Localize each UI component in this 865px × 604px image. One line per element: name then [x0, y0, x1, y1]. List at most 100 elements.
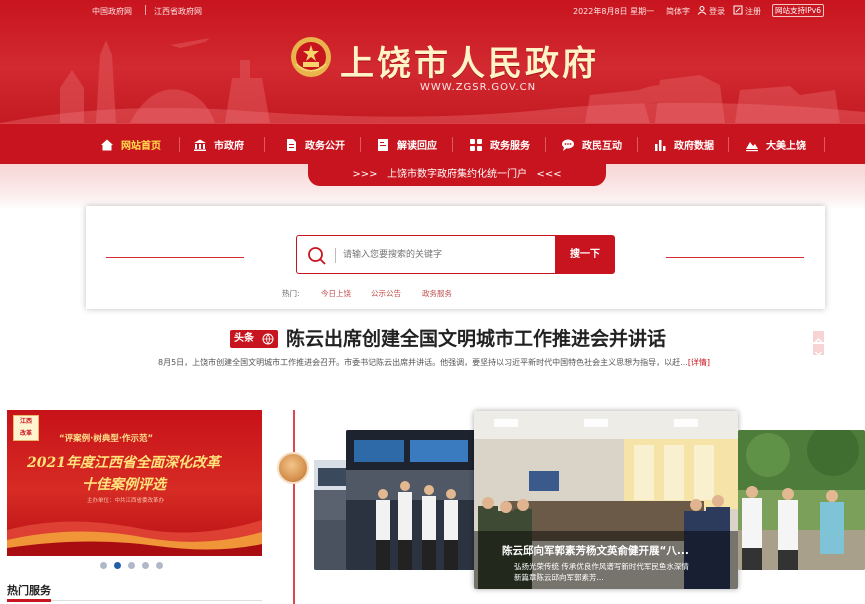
- promo-title-line1: 2021年度江西省全面深化改革: [27, 455, 220, 471]
- edit-icon: [733, 5, 743, 15]
- scroll-up-button[interactable]: [813, 331, 824, 343]
- nav-label: 政府数据: [674, 141, 714, 152]
- nav-label: 政务服务: [490, 141, 530, 152]
- search-input[interactable]: [343, 244, 543, 266]
- document-icon: [287, 138, 296, 151]
- site-header: 中国政府网 江西省政府网 2022年8月8日 星期一 简体字 登录 注册 网站支…: [0, 0, 865, 123]
- timeline-thumbnail[interactable]: [277, 452, 309, 484]
- nav-item-gov-affairs-open[interactable]: 政务公开: [284, 124, 345, 165]
- nav-divider: [728, 137, 729, 152]
- landscape-icon: [746, 141, 758, 151]
- promo-wave-graphic: [7, 520, 262, 556]
- search-box: 搜一下: [296, 235, 615, 274]
- nav-label: 大美上饶: [766, 141, 806, 152]
- nav-divider: [179, 137, 180, 152]
- carousel-dot[interactable]: [156, 562, 163, 569]
- timeline-line: [293, 410, 295, 604]
- scroll-down-button[interactable]: [813, 344, 824, 356]
- globe-icon: [262, 333, 274, 345]
- featured-subtitle-line1: 弘扬光荣传统 传承优良作风谱写新时代军民鱼水深情: [514, 562, 689, 571]
- nav-item-gov-services[interactable]: 政务服务: [469, 124, 530, 165]
- carousel-dots: [100, 562, 163, 570]
- carousel-dot-active[interactable]: [114, 562, 121, 569]
- decor-line-right: [666, 257, 804, 258]
- nav-item-interaction[interactable]: 政民互动: [561, 124, 622, 165]
- nav-label: 解读回应: [397, 141, 437, 152]
- hot-label: 热门:: [282, 289, 300, 298]
- nav-divider: [452, 137, 453, 152]
- divider: [335, 248, 336, 263]
- login-link[interactable]: 登录: [709, 6, 725, 17]
- carousel-dot[interactable]: [142, 562, 149, 569]
- grid-icon: [470, 138, 482, 151]
- register-link[interactable]: 注册: [745, 6, 761, 17]
- gov-link-china[interactable]: 中国政府网: [92, 6, 132, 17]
- slogan-banner: >>> 上饶市数字政府集约化统一门户 <<<: [308, 164, 606, 186]
- decor-line-left: [106, 257, 244, 258]
- photo-command-center[interactable]: [346, 430, 476, 570]
- headline-summary: 8月5日，上饶市创建全国文明城市工作推进会召开。市委书记陈云出席并讲话。他强调，…: [158, 357, 710, 368]
- promo-title-line2: 十佳案例评选: [82, 477, 166, 493]
- national-emblem-icon: [291, 37, 331, 77]
- nav-item-city-government[interactable]: 市政府: [193, 124, 244, 165]
- nav-label: 市政府: [214, 141, 244, 152]
- promo-badge: 江西 改革: [13, 415, 39, 441]
- slogan-arrows-right: <<<: [536, 169, 562, 180]
- nav-item-gov-data[interactable]: 政府数据: [653, 124, 714, 165]
- summary-text: 8月5日，上饶市创建全国文明城市工作推进会召开。市委书记陈云出席并讲话。他强调，…: [158, 358, 688, 367]
- section-accent: [7, 599, 51, 602]
- headline-tag-text: 头条: [234, 333, 254, 344]
- nav-label: 政民互动: [582, 141, 622, 152]
- photo-outdoor[interactable]: [738, 430, 865, 570]
- bar-chart-icon: [655, 139, 666, 151]
- gov-link-jiangxi[interactable]: 江西省政府网: [154, 6, 202, 17]
- nav-item-beautiful-shangrao[interactable]: 大美上饶: [745, 124, 806, 165]
- main-nav: 网站首页 市政府 政务公开 解读回应 政务服务 政民互动 政府数据 大美上饶: [0, 123, 865, 164]
- nav-item-home[interactable]: 网站首页: [100, 124, 161, 165]
- featured-subtitle-line2: 新篇章陈云邱向军郭素芳...: [514, 573, 604, 582]
- hot-services-heading: 热门服务: [7, 584, 51, 597]
- featured-photo-card[interactable]: 陈云邱向军郭素芳杨文英俞健开展“八... 弘扬光荣传统 传承优良作风谱写新时代军…: [474, 411, 738, 589]
- nav-item-interpretation[interactable]: 解读回应: [376, 124, 437, 165]
- language-toggle[interactable]: 简体字: [666, 6, 690, 17]
- search-icon: [308, 247, 326, 265]
- site-url: WWW.ZGSR.GOV.CN: [420, 82, 537, 93]
- nav-divider: [637, 137, 638, 152]
- nav-label: 政务公开: [305, 141, 345, 152]
- home-icon: [101, 139, 113, 150]
- hot-link-services[interactable]: 政务服务: [422, 288, 452, 299]
- divider: [145, 5, 146, 15]
- ipv6-badge: 网站支持IPv6: [772, 4, 824, 17]
- nav-label: 网站首页: [121, 141, 161, 152]
- search-panel: 搜一下 热门: 今日上饶 公示公告 政务服务: [86, 206, 825, 309]
- top-bar: 中国政府网 江西省政府网 2022年8月8日 星期一 简体字 登录 注册 网站支…: [0, 0, 865, 22]
- chevron-down-icon: [815, 351, 822, 356]
- carousel-dot[interactable]: [128, 562, 135, 569]
- photo-image: [346, 430, 476, 570]
- featured-title: 陈云邱向军郭素芳杨文英俞健开展“八...: [502, 545, 689, 557]
- book-icon: [378, 138, 388, 151]
- badge-line: 江西: [19, 418, 32, 425]
- site-title: 上饶市人民政府: [340, 44, 599, 84]
- nav-divider: [360, 137, 361, 152]
- user-icon: [697, 6, 707, 15]
- hot-link-today[interactable]: 今日上饶: [321, 288, 351, 299]
- building-icon: [194, 139, 206, 151]
- chat-icon: [562, 139, 574, 151]
- slogan-text: 上饶市数字政府集约化统一门户: [387, 169, 527, 180]
- carousel-dot[interactable]: [100, 562, 107, 569]
- promo-banner[interactable]: 江西 改革 “评案例·树典型·作示范” 2021年度江西省全面深化改革 十佳案例…: [7, 410, 262, 556]
- headline-title[interactable]: 陈云出席创建全国文明城市工作推进会并讲话: [286, 324, 666, 351]
- headline-tag: 头条: [230, 330, 278, 348]
- badge-line: 改革: [19, 430, 32, 437]
- hot-link-notices[interactable]: 公示公告: [371, 288, 401, 299]
- nav-divider: [264, 137, 265, 152]
- search-button[interactable]: 搜一下: [555, 235, 615, 274]
- promo-organizer: 主办单位：中共江西省委改革办: [87, 498, 165, 504]
- nav-divider: [824, 137, 825, 152]
- date-text: 2022年8月8日 星期一: [573, 7, 655, 16]
- slogan-arrows-left: >>>: [352, 169, 378, 180]
- promo-subtitle: “评案例·树典型·作示范”: [59, 434, 154, 444]
- details-link[interactable]: [详情]: [688, 358, 710, 367]
- photo-image: [738, 430, 865, 570]
